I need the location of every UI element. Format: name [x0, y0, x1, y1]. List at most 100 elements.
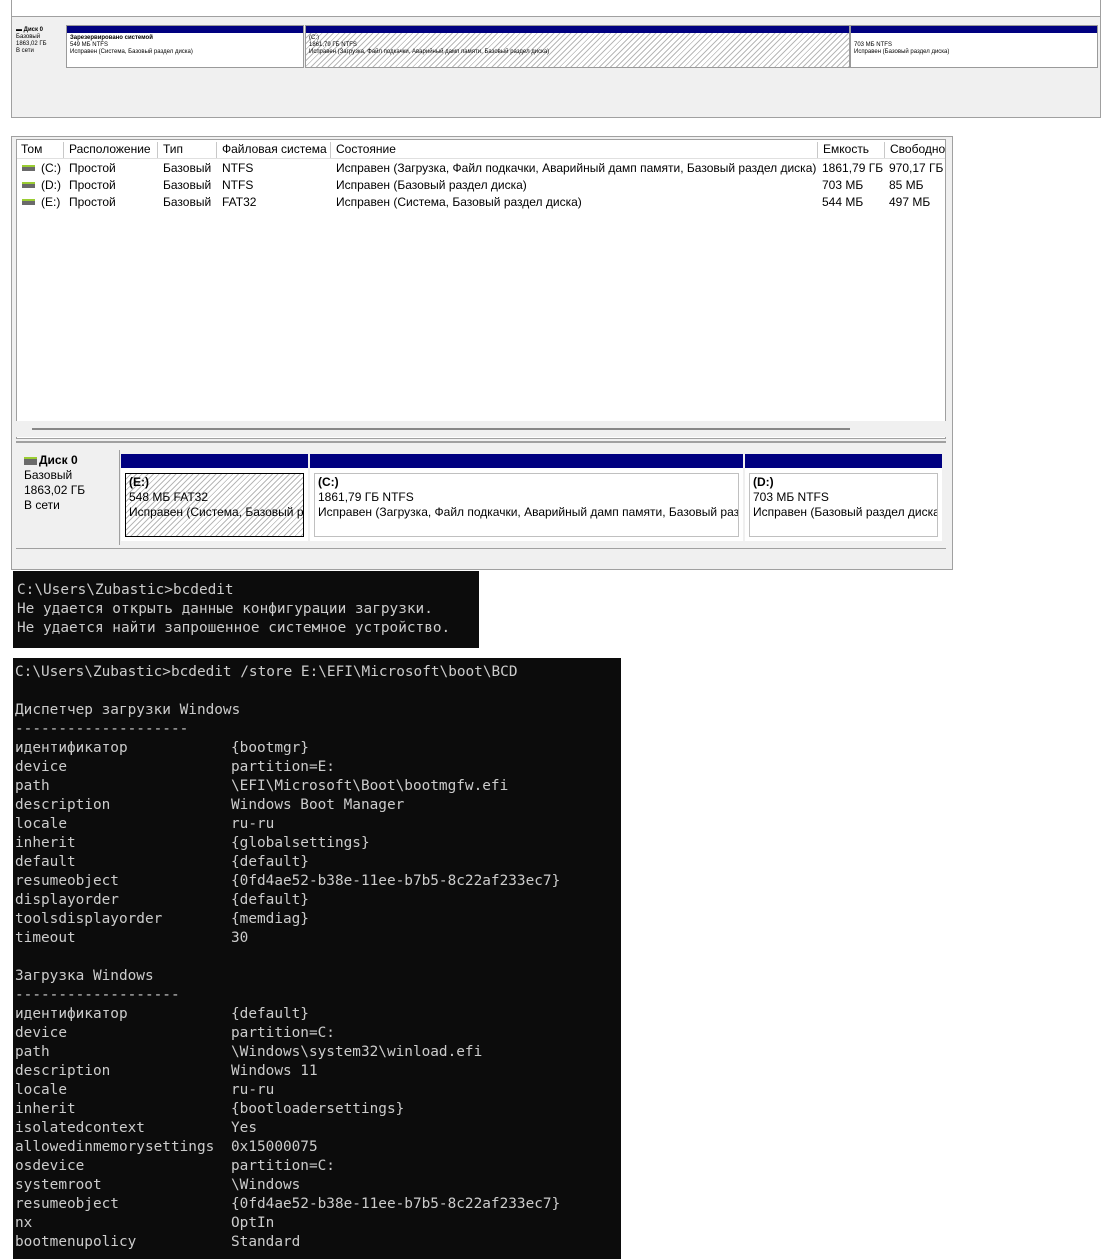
bcd-entry: toolsdisplayorder {memdiag}: [15, 910, 619, 929]
column-header-type[interactable]: Тип: [159, 142, 217, 158]
bcd-value: {bootmgr}: [231, 740, 309, 756]
volume-list[interactable]: Том Расположение Тип Файловая система Со…: [16, 139, 946, 439]
cell-capacity: 544 МБ: [822, 195, 864, 209]
console-line: C:\Users\Zubastic>bcdedit: [17, 582, 234, 598]
console-line: Не удается открыть данные конфигурации з…: [17, 601, 433, 617]
bcd-value: 30: [231, 930, 249, 946]
column-header-status[interactable]: Состояние: [332, 142, 818, 158]
partition-e[interactable]: (E:) 548 МБ FAT32 Исправен (Система, Баз…: [121, 454, 308, 541]
bcd-entry: resumeobject {0fd4ae52-b38e-11ee-b7b5-8c2…: [15, 872, 619, 891]
top-disk-name: Диск 0: [23, 27, 43, 33]
bcd-key: resumeobject: [15, 873, 119, 889]
legend-strip: [16, 548, 946, 567]
partition-size: 548 МБ FAT32: [129, 490, 209, 504]
top-disk-label[interactable]: ▬ Диск 0 Базовый 1863,02 ГБ В сети: [16, 27, 47, 55]
partition-header-bar: [745, 454, 942, 468]
bcd-value: ru-ru: [231, 1082, 275, 1098]
bcd-key: path: [15, 1044, 50, 1060]
bcd-key: default: [15, 854, 76, 870]
partition-header-bar: [851, 26, 1097, 33]
cell-capacity: 1861,79 ГБ: [822, 161, 884, 175]
partition-status: Исправен (Загрузка, Файл подкачки, Авари…: [309, 49, 550, 55]
partition-status: Исправен (Загрузка, Файл подкачки, Авари…: [318, 505, 739, 519]
cell-type: Базовый: [163, 161, 212, 175]
bcd-entry: идентификатор {default}: [15, 1005, 619, 1024]
column-header-free[interactable]: Свободно: [886, 142, 947, 158]
disk-icon: [24, 456, 37, 465]
cell-volume: (E:): [41, 195, 61, 209]
partition-name: (E:): [129, 475, 149, 489]
bcd-key: allowedinmemorysettings: [15, 1139, 215, 1155]
bcd-key: device: [15, 759, 67, 775]
bcd-entry: inherit {globalsettings}: [15, 834, 619, 853]
partition-name: (D:): [753, 475, 774, 489]
bcd-value: {bootloadersettings}: [231, 1101, 405, 1117]
partition-header-bar: [310, 454, 743, 468]
cell-filesystem: NTFS: [222, 161, 254, 175]
partition-header-bar: [306, 26, 849, 33]
bcd-key: resumeobject: [15, 1196, 119, 1212]
cell-capacity: 703 МБ: [822, 178, 864, 192]
bcd-entry: path \EFI\Microsoft\Boot\bootmgfw.efi: [15, 777, 619, 796]
console-bcdedit-store[interactable]: C:\Users\Zubastic>bcdedit /store E:\EFI\…: [13, 658, 621, 1259]
partition-header-bar: [67, 26, 303, 33]
bcd-value: partition=C:: [231, 1025, 335, 1041]
console-line: Не удается найти запрошенное системное у…: [17, 620, 451, 636]
bcd-key: locale: [15, 1082, 67, 1098]
drive-icon: [22, 182, 35, 188]
horizontal-scrollbar[interactable]: [16, 421, 946, 437]
bcd-entry: timeout 30: [15, 929, 619, 948]
bcd-key: inherit: [15, 1101, 76, 1117]
bcd-value: ru-ru: [231, 816, 275, 832]
table-row[interactable]: (E:) Простой Базовый FAT32 Исправен (Сис…: [17, 194, 945, 211]
cell-volume: (D:): [41, 178, 61, 192]
bcd-entry: locale ru-ru: [15, 1081, 619, 1100]
bcd-key: идентификатор: [15, 740, 128, 756]
bcd-value: {globalsettings}: [231, 835, 370, 851]
bcd-entry: description Windows 11: [15, 1062, 619, 1081]
partition-d[interactable]: (D:) 703 МБ NTFS Исправен (Базовый разде…: [745, 454, 942, 541]
partition-c[interactable]: (C:) 1861,79 ГБ NTFS Исправен (Загрузка,…: [310, 454, 743, 541]
scrollbar-thumb[interactable]: [32, 428, 850, 430]
disk-status: В сети: [24, 498, 60, 512]
top-partition-recovery[interactable]: 703 МБ NTFS Исправен (Базовый раздел дис…: [850, 25, 1098, 68]
pane-splitter[interactable]: [16, 441, 946, 443]
bcd-key: bootmenupolicy: [15, 1234, 137, 1250]
disk-label[interactable]: Диск 0 Базовый 1863,02 ГБ В сети: [16, 450, 120, 545]
column-header-filesystem[interactable]: Файловая система: [218, 142, 331, 158]
bcd-key: inherit: [15, 835, 76, 851]
top-partition-c[interactable]: (C:) 1861,79 ГБ NTFS Исправен (Загрузка,…: [305, 25, 850, 68]
disk-name: Диск 0: [39, 453, 78, 467]
partition-d-body: (D:) 703 МБ NTFS Исправен (Базовый разде…: [749, 473, 938, 537]
bcd-entry: path \Windows\system32\winload.efi: [15, 1043, 619, 1062]
bcd-value: {memdiag}: [231, 911, 309, 927]
top-volume-list-edge: [12, 0, 1100, 17]
table-row[interactable]: (C:) Простой Базовый NTFS Исправен (Загр…: [17, 160, 945, 177]
bcd-value: partition=C:: [231, 1158, 335, 1174]
drive-icon: [22, 199, 35, 205]
bcd-key: идентификатор: [15, 1006, 128, 1022]
column-header-capacity[interactable]: Емкость: [819, 142, 885, 158]
bcd-value: OptIn: [231, 1215, 275, 1231]
partition-size: 549 МБ NTFS: [70, 42, 108, 48]
cell-volume: (C:): [41, 161, 61, 175]
top-disk-icon: ▬: [16, 27, 24, 33]
drive-icon: [22, 165, 35, 171]
section-underline: --------------------: [15, 721, 189, 737]
cell-type: Базовый: [163, 178, 212, 192]
column-header-volume[interactable]: Том: [17, 142, 64, 158]
section-underline: -------------------: [15, 987, 180, 1003]
table-row[interactable]: (D:) Простой Базовый NTFS Исправен (Базо…: [17, 177, 945, 194]
bcd-value: 0x15000075: [231, 1139, 318, 1155]
disk-map-row: Диск 0 Базовый 1863,02 ГБ В сети (E:) 54…: [16, 450, 946, 545]
bcd-value: {0fd4ae52-b38e-11ee-b7b5-8c22af233ec7}: [231, 1196, 561, 1212]
bcd-value: {0fd4ae52-b38e-11ee-b7b5-8c22af233ec7}: [231, 873, 561, 889]
column-header-layout[interactable]: Расположение: [65, 142, 158, 158]
bcd-key: locale: [15, 816, 67, 832]
top-partition-reserved[interactable]: Зарезервировано системой 549 МБ NTFS Исп…: [66, 25, 304, 68]
bcd-entry: allowedinmemorysettings 0x15000075: [15, 1138, 619, 1157]
bcd-value: {default}: [231, 854, 309, 870]
bcd-entry: isolatedcontext Yes: [15, 1119, 619, 1138]
partition-size: 1861,79 ГБ NTFS: [309, 42, 357, 48]
console-bcdedit-error[interactable]: C:\Users\Zubastic>bcdedit Не удается откр…: [13, 571, 479, 648]
